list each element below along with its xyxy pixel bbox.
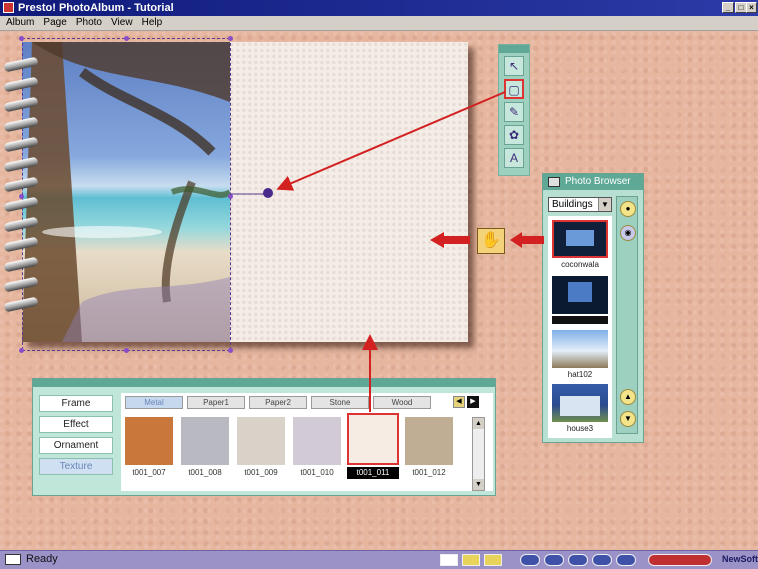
- menu-view[interactable]: View: [111, 16, 133, 30]
- photo-browser-scrollbar[interactable]: ● ◉ ▲ ▼: [616, 196, 638, 434]
- texture-panel-header[interactable]: [33, 379, 495, 387]
- app-icon: [3, 2, 14, 13]
- photo-thumb[interactable]: [552, 276, 608, 314]
- menu-help[interactable]: Help: [142, 16, 163, 30]
- menu-photo[interactable]: Photo: [76, 16, 102, 30]
- resize-handle[interactable]: [124, 36, 129, 41]
- resize-handle[interactable]: [19, 36, 24, 41]
- photo-caption: house3: [566, 424, 594, 433]
- text-tool-icon[interactable]: A: [504, 148, 524, 168]
- texture-caption-selected: t001_011: [347, 467, 399, 479]
- status-bar: Ready NewSoft: [0, 550, 758, 569]
- category-ornament-button[interactable]: Ornament: [39, 437, 113, 454]
- resize-handle[interactable]: [19, 348, 24, 353]
- photo-thumb[interactable]: [552, 330, 608, 368]
- texture-panel: Frame Effect Ornament Texture Metal Pape…: [32, 378, 496, 496]
- category-select[interactable]: Buildings ▼: [548, 197, 612, 212]
- menu-album[interactable]: Album: [6, 16, 34, 30]
- album-right-page[interactable]: [230, 42, 468, 342]
- texture-scrollbar[interactable]: ▲ ▼: [472, 417, 485, 491]
- scroll-up-icon[interactable]: ▲: [620, 389, 636, 405]
- menu-page[interactable]: Page: [43, 16, 66, 30]
- prev-page-button[interactable]: [544, 554, 564, 566]
- play-button[interactable]: [568, 554, 588, 566]
- status-icon: [5, 554, 21, 565]
- resize-handle[interactable]: [124, 348, 129, 353]
- tab-wood[interactable]: Wood: [373, 396, 431, 409]
- status-text: Ready: [26, 553, 58, 565]
- resize-handle[interactable]: [228, 194, 233, 199]
- tool-palette: ↖ ▢ ✎ ✿ A: [498, 44, 530, 176]
- resize-handle[interactable]: [228, 348, 233, 353]
- menu-bar: Album Page Photo View Help: [0, 16, 758, 31]
- category-texture-button[interactable]: Texture: [39, 458, 113, 475]
- tab-metal[interactable]: Metal: [125, 396, 183, 409]
- texture-swatch[interactable]: [181, 417, 229, 465]
- photo-thumb[interactable]: [552, 220, 608, 258]
- texture-swatch[interactable]: [237, 417, 285, 465]
- photo-caption-highlight: [552, 316, 608, 324]
- texture-swatch[interactable]: [293, 417, 341, 465]
- first-page-button[interactable]: [520, 554, 540, 566]
- photo-browser-title: Photo Browser: [565, 176, 631, 187]
- camera-icon[interactable]: ◉: [620, 225, 636, 241]
- photo-caption: hat102: [567, 370, 593, 379]
- photo-browser-header[interactable]: Photo Browser: [543, 174, 643, 190]
- photo-thumbnail-list: coconwala hat102 house3: [548, 216, 612, 438]
- print-icon[interactable]: [484, 554, 502, 566]
- photo-caption: coconwala: [561, 260, 599, 269]
- brand-logo: NewSoft: [722, 554, 758, 564]
- beach-photo[interactable]: [22, 42, 230, 342]
- resize-handle[interactable]: [228, 36, 233, 41]
- drag-hand-icon: ✋: [477, 228, 505, 254]
- scroll-down-icon[interactable]: ▼: [473, 479, 484, 490]
- texture-caption: t001_010: [300, 468, 334, 477]
- title-bar: Presto! PhotoAlbum - Tutorial _ □ ×: [0, 0, 758, 16]
- next-page-button[interactable]: [592, 554, 612, 566]
- beach-palm-illustration: [22, 42, 230, 342]
- record-button[interactable]: [648, 554, 712, 566]
- chevron-down-icon[interactable]: ▼: [598, 198, 611, 211]
- category-frame-button[interactable]: Frame: [39, 395, 113, 412]
- texture-swatch[interactable]: [125, 417, 173, 465]
- tab-stone[interactable]: Stone: [311, 396, 369, 409]
- scroll-up-icon[interactable]: ▲: [473, 418, 484, 429]
- tab-prev-icon[interactable]: ◀: [453, 396, 465, 408]
- scroll-down-icon[interactable]: ▼: [620, 411, 636, 427]
- arrow-pointer-icon[interactable]: ↖: [504, 56, 524, 76]
- texture-caption: t001_009: [244, 468, 278, 477]
- magic-wand-icon[interactable]: ✎: [504, 102, 524, 122]
- texture-swatch[interactable]: [405, 417, 453, 465]
- folder-icon[interactable]: ●: [620, 201, 636, 217]
- tab-next-icon[interactable]: ▶: [467, 396, 479, 408]
- tab-paper1[interactable]: Paper1: [187, 396, 245, 409]
- frame-select-icon[interactable]: ▢: [504, 79, 524, 99]
- photo-thumb[interactable]: [552, 384, 608, 422]
- close-button[interactable]: ×: [746, 2, 757, 13]
- tab-paper2[interactable]: Paper2: [249, 396, 307, 409]
- last-page-button[interactable]: [616, 554, 636, 566]
- category-select-value: Buildings: [552, 199, 593, 210]
- open-folder-icon[interactable]: [462, 554, 480, 566]
- texture-swatch-selected[interactable]: [347, 413, 399, 465]
- new-page-icon[interactable]: [440, 554, 458, 566]
- texture-caption: t001_012: [412, 468, 446, 477]
- texture-caption: t001_007: [132, 468, 166, 477]
- category-effect-button[interactable]: Effect: [39, 416, 113, 433]
- photo-browser-icon: [548, 177, 560, 187]
- paint-brush-icon[interactable]: ✿: [504, 125, 524, 145]
- texture-caption: t001_008: [188, 468, 222, 477]
- window-title: Presto! PhotoAlbum - Tutorial: [18, 2, 174, 14]
- tool-palette-header[interactable]: [499, 45, 529, 53]
- minimize-button[interactable]: _: [722, 2, 734, 13]
